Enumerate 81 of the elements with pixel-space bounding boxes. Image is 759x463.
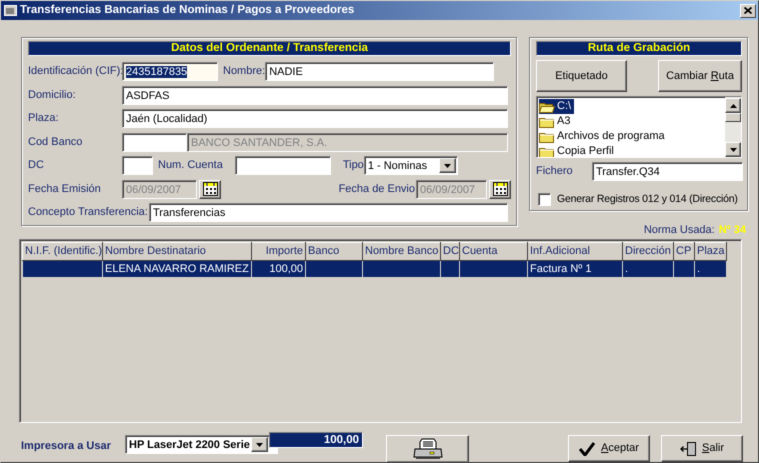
calendar-icon [492, 182, 508, 196]
column-header[interactable]: Plaza [694, 242, 726, 260]
column-header[interactable]: Nombre Banco [362, 242, 440, 260]
table-row[interactable]: ELENA NAVARRO RAMIREZ 100,00 Factura Nº 1 . . [22, 260, 726, 278]
table-cell: ELENA NAVARRO RAMIREZ [102, 260, 252, 278]
section-header: Ruta de Grabación [536, 41, 742, 56]
calendar-button[interactable] [489, 180, 511, 198]
printer-dropdown[interactable]: HP LaserJet 2200 Serie [125, 435, 278, 454]
close-button[interactable] [740, 4, 756, 18]
printer-icon [412, 438, 442, 460]
caret-icon [444, 164, 451, 168]
open-folder-icon [539, 100, 555, 112]
table-cell: . [694, 260, 726, 278]
calendar-icon [202, 182, 218, 196]
checkbox[interactable] [538, 193, 551, 206]
field-label: Tipo [342, 158, 364, 174]
field-label: Concepto Transferencia: [28, 205, 149, 220]
checkmark-icon [579, 442, 596, 456]
folder-icon [539, 146, 555, 157]
folder-list[interactable]: C:\ A3 Archivos de programa Copia Perfil [536, 96, 742, 158]
folder-item[interactable]: Archivos de programa [539, 129, 668, 144]
calendar-button[interactable] [199, 180, 221, 198]
dropdown-button[interactable] [250, 437, 268, 452]
folder-item[interactable]: A3 [539, 114, 574, 129]
checkbox-label: Generar Registros 012 y 014 (Dirección) [557, 192, 738, 207]
accept-button[interactable]: Aceptar [568, 435, 650, 462]
print-button[interactable] [386, 435, 469, 462]
exit-button[interactable]: Salir [661, 435, 743, 462]
field-label: Domicilio: [28, 88, 77, 103]
column-header[interactable]: Nombre Destinatario [102, 242, 252, 260]
section-header: Datos del Ordenante / Transferencia [28, 41, 511, 56]
down-arrow-icon [730, 148, 736, 152]
input-field[interactable]: Transfer.Q34 [592, 162, 743, 181]
change-path-button[interactable]: Cambiar Ruta [658, 60, 742, 92]
input-field[interactable]: ASDFAS [122, 86, 508, 104]
column-header[interactable]: Dirección [622, 242, 674, 260]
column-header[interactable]: Cuenta [460, 242, 528, 260]
field-label: Identificación (CIF): [28, 64, 122, 80]
field-label: DC [28, 158, 45, 174]
folder-item[interactable]: Copia Perfil [539, 144, 617, 157]
folder-icon [539, 116, 555, 128]
column-header[interactable]: CP [674, 242, 694, 260]
window-title: Transferencias Bancarias de Nominas / Pagos a Proveedores [20, 2, 354, 18]
input-field[interactable]: Transferencias [149, 203, 508, 222]
field-label: Cod Banco [28, 134, 84, 150]
door-exit-icon [680, 442, 696, 456]
column-header[interactable]: DC [440, 242, 460, 260]
input-field[interactable]: 2435187835 [122, 62, 218, 81]
up-arrow-icon [730, 104, 736, 108]
table-cell: 100,00 [252, 260, 306, 278]
input-field[interactable]: Jaén (Localidad) [122, 109, 508, 128]
column-header[interactable]: Banco [306, 242, 362, 260]
table-cell: Factura Nº 1 [528, 260, 622, 278]
field-label: Fecha de Envio [338, 182, 415, 197]
close-icon [744, 7, 752, 14]
field-label: Plaza: [28, 111, 60, 126]
folder-icon [539, 130, 555, 142]
field-label: Nombre: [223, 64, 266, 80]
dropdown-button[interactable] [438, 158, 456, 173]
column-header[interactable]: Inf.Adicional [528, 242, 622, 260]
field-label: Fichero [536, 164, 574, 180]
input-field[interactable] [234, 156, 331, 175]
scroll-thumb[interactable] [725, 113, 741, 122]
scrollbar[interactable] [725, 97, 741, 157]
column-header[interactable]: N.I.F. (Identific.) [22, 242, 102, 260]
norma-label: Norma Usada: [644, 223, 715, 236]
labels-button[interactable]: Etiquetado [536, 60, 627, 92]
table-cell: . [622, 260, 674, 278]
input-field[interactable]: NADIE [265, 62, 494, 81]
column-header[interactable]: Importe [252, 242, 306, 260]
total-amount: 100,00 [269, 432, 363, 448]
caret-icon [256, 442, 263, 446]
folder-item[interactable]: C:\ [539, 99, 574, 114]
field-label: Num. Cuenta [158, 158, 223, 174]
input-field[interactable] [122, 156, 153, 175]
input-field[interactable] [122, 132, 187, 152]
printer-label: Impresora a Usar [21, 439, 112, 454]
window-icon [4, 5, 17, 16]
dropdown[interactable]: 1 - Nominas [364, 156, 458, 175]
norma-value: Nº 34 [718, 223, 746, 236]
field-label: Fecha Emisión [28, 182, 102, 197]
